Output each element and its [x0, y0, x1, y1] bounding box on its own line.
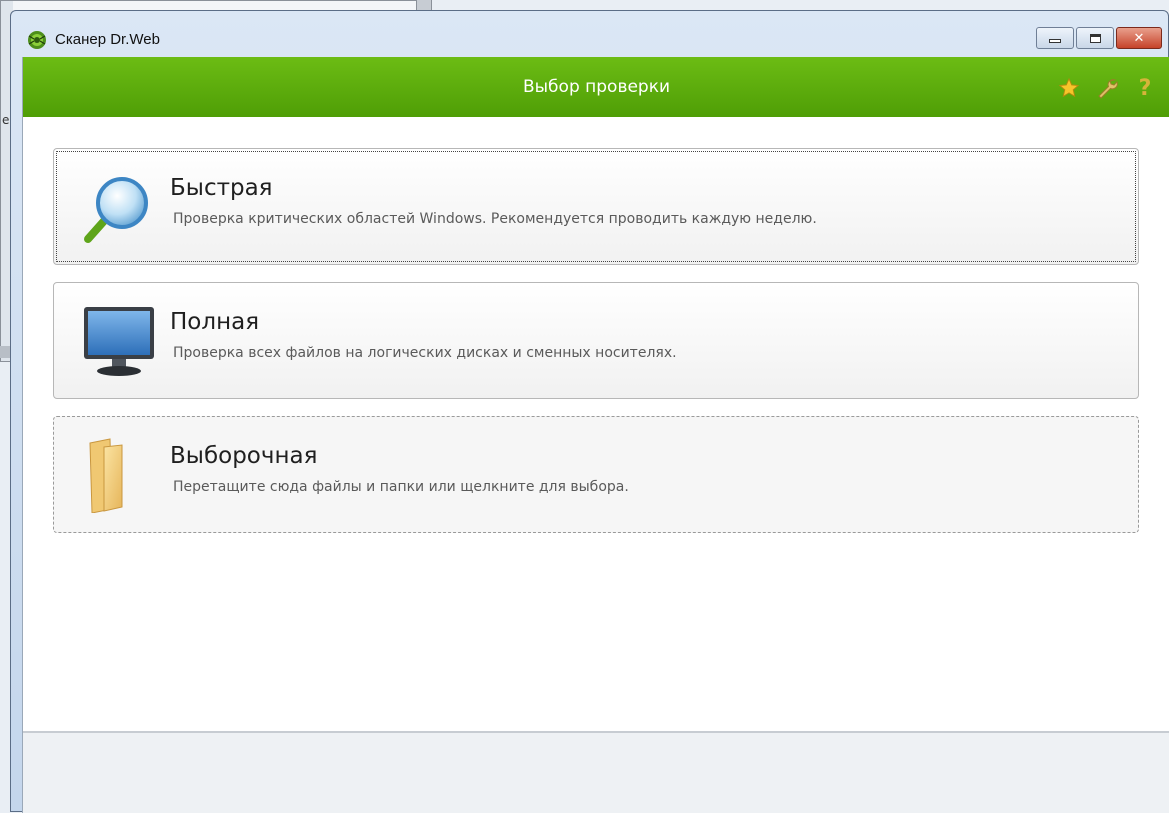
background-text: е [2, 113, 10, 127]
minimize-icon [1049, 39, 1061, 43]
help-button[interactable]: ? [1132, 75, 1158, 101]
full-scan-description: Проверка всех файлов на логических диска… [173, 345, 677, 361]
close-button[interactable]: ✕ [1116, 27, 1162, 49]
header-toolbar: ? [1056, 75, 1158, 101]
title-bar[interactable]: Сканер Dr.Web ✕ [11, 11, 1168, 57]
window-title: Сканер Dr.Web [55, 31, 160, 48]
quick-scan-option[interactable]: Быстрая Проверка критических областей Wi… [53, 148, 1139, 265]
scanner-window: Сканер Dr.Web ✕ Выбор проверки ? Быстрая… [10, 10, 1169, 813]
magnifier-icon [84, 177, 148, 243]
settings-button[interactable] [1094, 75, 1120, 101]
custom-scan-description: Перетащите сюда файлы и папки или щелкни… [173, 479, 629, 495]
drweb-spider-icon [28, 31, 46, 49]
star-icon [1058, 77, 1080, 98]
maximize-button[interactable] [1076, 27, 1114, 49]
help-icon: ? [1138, 75, 1152, 101]
folder-icon [89, 438, 123, 513]
close-icon: ✕ [1133, 30, 1145, 46]
status-footer [23, 731, 1169, 813]
quick-scan-description: Проверка критических областей Windows. Р… [173, 211, 817, 227]
favorites-button[interactable] [1056, 75, 1082, 101]
custom-scan-option[interactable]: Выборочная Перетащите сюда файлы и папки… [53, 416, 1139, 533]
full-scan-title: Полная [170, 309, 260, 335]
quick-scan-title: Быстрая [170, 175, 273, 201]
custom-scan-title: Выборочная [170, 443, 318, 469]
header-bar: Выбор проверки ? [23, 57, 1169, 117]
minimize-button[interactable] [1036, 27, 1074, 49]
full-scan-option[interactable]: Полная Проверка всех файлов на логически… [53, 282, 1139, 399]
wrench-icon [1098, 79, 1118, 99]
window-controls: ✕ [1036, 27, 1162, 49]
monitor-icon [84, 307, 154, 376]
header-title: Выбор проверки [522, 77, 671, 97]
maximize-icon [1089, 33, 1101, 43]
client-area: Выбор проверки ? Быстрая Проверка критич… [22, 57, 1169, 813]
